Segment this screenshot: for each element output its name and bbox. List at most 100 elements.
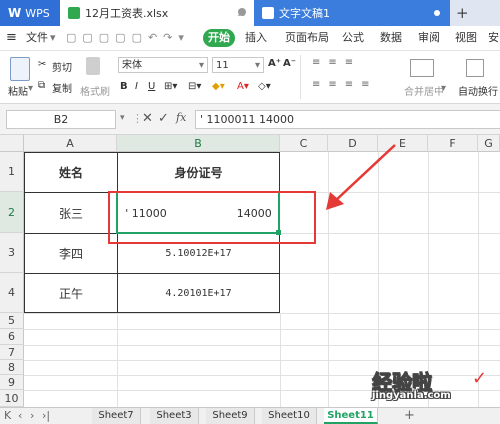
tab-doc-label: 文字文稿1 bbox=[279, 7, 330, 20]
paste-button[interactable]: 粘贴 bbox=[8, 83, 28, 98]
tab-formulas[interactable]: 公式 bbox=[342, 26, 364, 50]
format-painter-icon[interactable] bbox=[86, 57, 100, 75]
row-header-1[interactable]: 1 bbox=[0, 152, 24, 192]
row-header-8[interactable]: 8 bbox=[0, 360, 24, 375]
last-sheet-icon[interactable]: ›| bbox=[42, 409, 50, 422]
tab-document[interactable]: 文字文稿1 bbox=[254, 0, 450, 26]
copy-button[interactable]: 复制 bbox=[52, 80, 72, 95]
row-header-7[interactable]: 7 bbox=[0, 345, 24, 360]
clear-format-icon[interactable]: ◇▾ bbox=[258, 81, 271, 92]
column-header-g[interactable]: G bbox=[478, 135, 500, 152]
cell-a3-text: 李四 bbox=[58, 247, 83, 261]
prev-sheet-icon[interactable]: ‹ bbox=[18, 409, 22, 422]
increase-font-icon[interactable]: A⁺ bbox=[268, 58, 281, 69]
cell-a1[interactable]: 姓名 bbox=[25, 153, 117, 192]
row-header-4[interactable]: 4 bbox=[0, 273, 24, 313]
new-tab-button[interactable]: + bbox=[456, 0, 476, 26]
add-sheet-button[interactable]: + bbox=[404, 408, 415, 423]
confirm-icon[interactable]: ✓ bbox=[158, 111, 169, 126]
ribbon-toolbar: 粘贴 ▾ ✂ 剪切 ⧉ 复制 格式刷 宋体 ▾ 11 ▾ A⁺ A⁻ B I U ⊞… bbox=[0, 51, 500, 104]
tab-wps-home[interactable]: W WPS bbox=[0, 0, 60, 26]
wrap-text-icon[interactable] bbox=[466, 59, 484, 77]
decrease-font-icon[interactable]: A⁻ bbox=[283, 58, 296, 69]
paste-icon[interactable] bbox=[10, 57, 30, 81]
sheet-tab[interactable]: Sheet3 bbox=[150, 408, 199, 424]
merge-center-icon[interactable] bbox=[410, 59, 434, 77]
file-menu-dropdown-icon[interactable]: ▾ bbox=[50, 26, 56, 50]
merge-dropdown-icon[interactable]: ▾ bbox=[441, 83, 446, 94]
sheet-tab[interactable]: Sheet10 bbox=[262, 408, 317, 424]
fill-color-icon[interactable]: ◆▾ bbox=[212, 81, 225, 92]
first-sheet-icon[interactable]: K bbox=[4, 409, 11, 422]
watermark-url: jingyanla.com bbox=[372, 390, 451, 401]
font-size-select[interactable]: 11 ▾ bbox=[212, 57, 264, 73]
chevron-down-icon: ▾ bbox=[198, 60, 204, 71]
cell-a1-text: 姓名 bbox=[58, 166, 83, 180]
cell-a2[interactable]: 张三 bbox=[25, 193, 117, 233]
vertical-align-icons[interactable]: ≡≡≡ bbox=[312, 57, 361, 68]
format-painter-button[interactable]: 格式刷 bbox=[80, 83, 110, 98]
cell-a3[interactable]: 李四 bbox=[25, 234, 117, 273]
italic-icon[interactable]: I bbox=[135, 81, 138, 92]
name-box[interactable]: B2 bbox=[6, 110, 116, 129]
sheet-tab-active[interactable]: Sheet11 bbox=[324, 408, 378, 424]
cell-b1[interactable]: 身份证号 bbox=[118, 153, 279, 192]
cell-b4-text: 4.20101E+17 bbox=[165, 288, 232, 299]
merge-cells-icon[interactable]: ⊟▾ bbox=[188, 81, 201, 92]
annotation-highlight-box bbox=[108, 191, 316, 244]
row-header-10[interactable]: 10 bbox=[0, 390, 24, 407]
tab-review[interactable]: 审阅 bbox=[418, 26, 440, 50]
name-box-value: B2 bbox=[53, 113, 69, 126]
cell-b4[interactable]: 4.20101E+17 bbox=[118, 274, 279, 313]
formula-bar: B2 ▾ ⋮ ✕ ✓ fx ' 1100011 14000 bbox=[0, 104, 500, 135]
row-header-6[interactable]: 6 bbox=[0, 329, 24, 345]
cut-button[interactable]: 剪切 bbox=[52, 59, 72, 74]
row-header-2[interactable]: 2 bbox=[0, 192, 24, 233]
tab-spreadsheet-file[interactable]: 12月工资表.xlsx ✕ bbox=[60, 0, 254, 26]
row-header-3[interactable]: 3 bbox=[0, 233, 24, 273]
sheet-tab[interactable]: Sheet9 bbox=[206, 408, 255, 424]
cut-icon: ✂ bbox=[38, 59, 47, 70]
gridline bbox=[117, 313, 118, 407]
pin-icon[interactable] bbox=[238, 8, 246, 16]
hamburger-menu-icon[interactable]: ≡ bbox=[6, 26, 17, 50]
borders-icon[interactable]: ⊞▾ bbox=[164, 81, 177, 92]
watermark-logo: 经验啦 ✓ jingyanla.com bbox=[368, 366, 500, 404]
column-header-f[interactable]: F bbox=[428, 135, 478, 152]
cell-a4[interactable]: 正午 bbox=[25, 274, 117, 313]
insert-function-button[interactable]: fx bbox=[176, 111, 186, 124]
underline-icon[interactable]: U bbox=[148, 81, 155, 92]
tab-security[interactable]: 安 bbox=[488, 26, 499, 50]
font-name-select[interactable]: 宋体 ▾ bbox=[118, 57, 208, 73]
cancel-icon[interactable]: ✕ bbox=[142, 111, 153, 126]
paste-dropdown-icon[interactable]: ▾ bbox=[28, 83, 33, 94]
horizontal-align-icons[interactable]: ≡≡≡≡ bbox=[312, 79, 378, 90]
bold-icon[interactable]: B bbox=[120, 81, 128, 92]
formula-input[interactable]: ' 1100011 14000 bbox=[195, 110, 500, 129]
font-color-icon[interactable]: A▾ bbox=[237, 81, 249, 92]
cell-b1-text: 身份证号 bbox=[174, 166, 223, 180]
next-sheet-icon[interactable]: › bbox=[30, 409, 34, 422]
tab-file-label: 12月工资表.xlsx bbox=[85, 7, 169, 20]
name-box-dropdown-icon[interactable]: ▾ bbox=[120, 113, 125, 123]
tab-data[interactable]: 数据 bbox=[380, 26, 402, 50]
column-header-b[interactable]: B bbox=[117, 135, 280, 152]
column-header-a[interactable]: A bbox=[24, 135, 117, 152]
tab-page-layout[interactable]: 页面布局 bbox=[285, 26, 329, 50]
row-header-9[interactable]: 9 bbox=[0, 375, 24, 390]
row-header-5[interactable]: 5 bbox=[0, 313, 24, 329]
tab-view[interactable]: 视图 bbox=[455, 26, 477, 50]
wrap-text-button[interactable]: 自动换行 bbox=[458, 83, 498, 98]
tab-insert[interactable]: 插入 bbox=[245, 26, 267, 50]
quick-access-toolbar-icons[interactable]: ▢▢▢▢▢↶↷▾ bbox=[66, 26, 190, 50]
font-name-value: 宋体 bbox=[122, 60, 142, 71]
tab-start[interactable]: 开始 bbox=[203, 29, 235, 47]
font-size-value: 11 bbox=[216, 60, 229, 71]
file-menu[interactable]: 文件 bbox=[26, 26, 48, 50]
title-tab-bar: W WPS 12月工资表.xlsx ✕ 文字文稿1 + bbox=[0, 0, 500, 26]
sheet-tab[interactable]: Sheet7 bbox=[92, 408, 141, 424]
merge-center-button[interactable]: 合并居中 bbox=[404, 83, 444, 98]
formula-input-value: ' 1100011 14000 bbox=[200, 113, 294, 126]
select-all-corner[interactable] bbox=[0, 135, 24, 152]
tab-wps-label: WPS bbox=[25, 6, 50, 20]
